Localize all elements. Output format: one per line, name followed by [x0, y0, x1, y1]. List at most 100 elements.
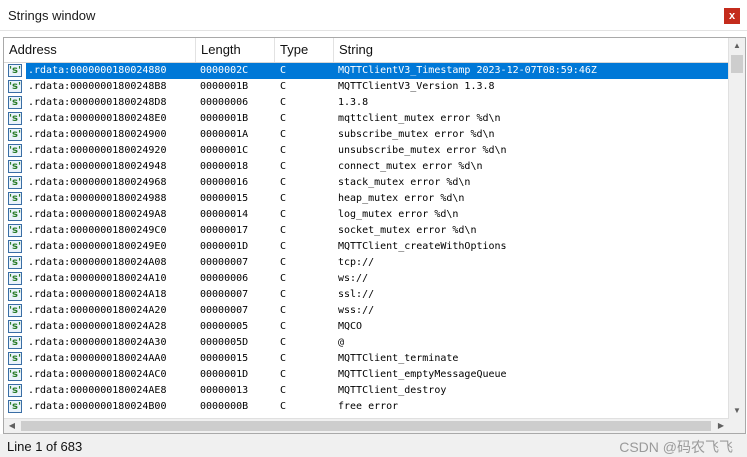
cell-type: C: [280, 337, 287, 348]
strings-table: Address Length Type String 's' .rdata:000…: [3, 37, 746, 434]
cell-type: C: [280, 225, 287, 236]
table-row[interactable]: 's' .rdata:0000000180024B00 0000000B Cfree …: [4, 399, 729, 415]
cell-address: .rdata:0000000180024AC0: [28, 369, 167, 380]
scroll-right-arrow-icon[interactable]: ▶: [713, 418, 729, 434]
cell-type: C: [280, 129, 287, 140]
cell-length: 00000014: [200, 209, 249, 220]
cell-length: 0000001B: [200, 81, 249, 92]
column-header-length[interactable]: Length: [196, 38, 275, 62]
cell-string: heap_mutex error %d\n: [338, 193, 465, 204]
table-row[interactable]: 's' .rdata:0000000180024A08 00000007 Ctcp:/…: [4, 255, 729, 271]
table-header: Address Length Type String: [4, 38, 729, 63]
cell-length: 00000005: [200, 321, 249, 332]
cell-address: .rdata:0000000180024948: [28, 161, 167, 172]
cell-type: C: [280, 273, 287, 284]
cell-string: 1.3.8: [338, 97, 369, 108]
table-row[interactable]: 's' .rdata:0000000180024AE8 00000013 C MQTTC…: [4, 383, 729, 399]
string-icon: 's': [8, 240, 22, 253]
cell-string: unsubscribe_mutex error %d\n: [338, 145, 507, 156]
table-row[interactable]: 's' .rdata:0000000180024988 00000015 Cheap_…: [4, 191, 729, 207]
cell-length: 00000007: [200, 305, 249, 316]
window-title: Strings window: [8, 8, 96, 23]
string-icon: 's': [8, 224, 22, 237]
cell-length: 00000018: [200, 161, 249, 172]
cell-length: 00000007: [200, 257, 249, 268]
string-icon: 's': [8, 208, 22, 221]
cell-address: .rdata:0000000180024AA0: [28, 353, 167, 364]
cell-length: 0000001D: [200, 241, 249, 252]
table-row[interactable]: 's' .rdata:0000000180024880 0000002C C MQTTC…: [4, 63, 729, 79]
cell-string: ws://: [338, 273, 369, 284]
cell-address: .rdata:0000000180024968: [28, 177, 167, 188]
cell-type: C: [280, 209, 287, 220]
table-row[interactable]: 's' .rdata:0000000180024968 00000016 Cstack…: [4, 175, 729, 191]
cell-type: C: [280, 385, 287, 396]
cell-type: C: [280, 161, 287, 172]
cell-string: subscribe_mutex error %d\n: [338, 129, 495, 140]
cell-address: .rdata:0000000180024920: [28, 145, 167, 156]
string-icon: 's': [8, 304, 22, 317]
cell-type: C: [280, 145, 287, 156]
cell-string: MQCO: [338, 321, 363, 332]
table-row[interactable]: 's' .rdata:0000000180024A20 00000007 Cwss:/…: [4, 303, 729, 319]
cell-address: .rdata:0000000180024A18: [28, 289, 167, 300]
cell-type: C: [280, 289, 287, 300]
title-bar: Strings window x: [0, 0, 747, 31]
cell-string: free error: [338, 401, 399, 412]
string-icon: 's': [8, 368, 22, 381]
close-button[interactable]: x: [724, 8, 740, 24]
cell-address: .rdata:0000000180024A28: [28, 321, 167, 332]
table-row[interactable]: 's' .rdata:00000001800249C0 00000017 Csocke…: [4, 223, 729, 239]
cell-address: .rdata:00000001800249C0: [28, 225, 167, 236]
table-row[interactable]: 's' .rdata:0000000180024900 0000001A Csubsc…: [4, 127, 729, 143]
table-row[interactable]: 's' .rdata:0000000180024A28 00000005 C MQCO: [4, 319, 729, 335]
cell-string: MQTTClientV3_Version 1.3.8: [338, 81, 495, 92]
status-bar: Line 1 of 683 CSDN @码农飞飞: [0, 434, 747, 457]
scroll-left-arrow-icon[interactable]: ◀: [4, 418, 20, 434]
string-icon: 's': [8, 256, 22, 269]
table-row[interactable]: 's' .rdata:0000000180024A18 00000007 Cssl:/…: [4, 287, 729, 303]
cell-string: MQTTClient_emptyMessageQueue: [338, 369, 507, 380]
column-header-string[interactable]: String: [334, 38, 729, 62]
table-row[interactable]: 's' .rdata:0000000180024AC0 0000001D C MQTTC…: [4, 367, 729, 383]
cell-string: stack_mutex error %d\n: [338, 177, 471, 188]
cell-address: .rdata:00000001800248B8: [28, 81, 167, 92]
string-icon: 's': [8, 336, 22, 349]
string-icon: 's': [8, 96, 22, 109]
table-row[interactable]: 's' .rdata:00000001800248D8 00000006 C 1.3.8: [4, 95, 729, 111]
cell-length: 0000005D: [200, 337, 249, 348]
cell-length: 00000017: [200, 225, 249, 236]
table-row[interactable]: 's' .rdata:0000000180024A30 0000005D C @: [4, 335, 729, 351]
table-row[interactable]: 's' .rdata:0000000180024AA0 00000015 C MQTTC…: [4, 351, 729, 367]
string-icon: 's': [8, 352, 22, 365]
cell-length: 00000006: [200, 273, 249, 284]
cell-length: 0000000B: [200, 401, 249, 412]
string-icon: 's': [8, 160, 22, 173]
table-row[interactable]: 's' .rdata:00000001800248B8 0000001B C MQTTC…: [4, 79, 729, 95]
table-row[interactable]: 's' .rdata:00000001800249A8 00000014 Clog_m…: [4, 207, 729, 223]
cell-type: C: [280, 193, 287, 204]
string-icon: 's': [8, 384, 22, 397]
horizontal-scrollbar[interactable]: ◀ ▶: [4, 418, 729, 433]
cell-string: MQTTClient_destroy: [338, 385, 447, 396]
cell-length: 00000015: [200, 353, 249, 364]
table-row[interactable]: 's' .rdata:0000000180024A10 00000006 Cws://: [4, 271, 729, 287]
cell-type: C: [280, 97, 287, 108]
column-header-address[interactable]: Address: [4, 38, 196, 62]
table-row[interactable]: 's' .rdata:0000000180024920 0000001C Cunsub…: [4, 143, 729, 159]
column-header-type[interactable]: Type: [275, 38, 334, 62]
cell-type: C: [280, 81, 287, 92]
horizontal-scroll-thumb[interactable]: [21, 421, 711, 431]
table-row[interactable]: 's' .rdata:00000001800249E0 0000001D C MQTTC…: [4, 239, 729, 255]
vertical-scrollbar[interactable]: ▲ ▼: [728, 38, 745, 419]
cell-string: MQTTClient_createWithOptions: [338, 241, 507, 252]
vertical-scroll-thumb[interactable]: [731, 55, 743, 73]
table-row[interactable]: 's' .rdata:0000000180024948 00000018 Cconne…: [4, 159, 729, 175]
cell-address: .rdata:00000001800249A8: [28, 209, 167, 220]
scroll-up-arrow-icon[interactable]: ▲: [729, 38, 745, 54]
cell-type: C: [280, 257, 287, 268]
table-row[interactable]: 's' .rdata:00000001800248E0 0000001B Cmqttc…: [4, 111, 729, 127]
status-line-count: Line 1 of 683: [7, 439, 83, 454]
scroll-down-arrow-icon[interactable]: ▼: [729, 403, 745, 419]
cell-type: C: [280, 241, 287, 252]
